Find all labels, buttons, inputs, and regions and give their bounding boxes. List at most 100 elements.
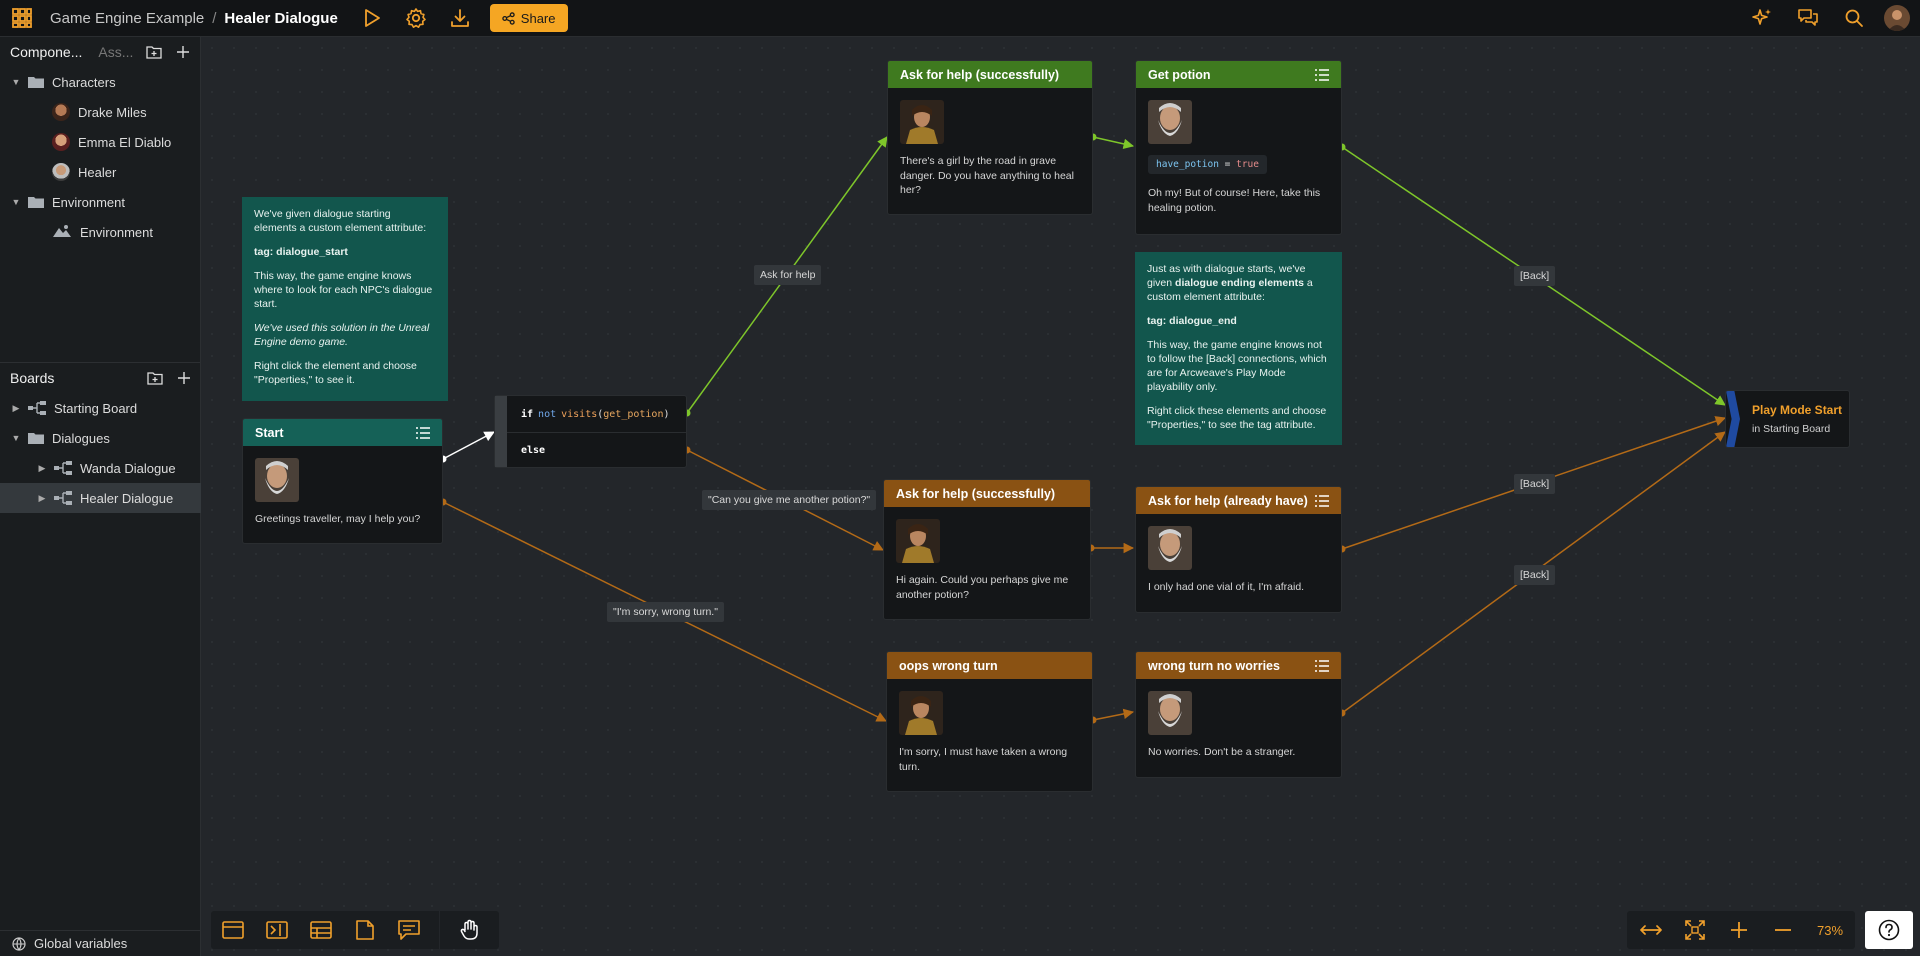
element-tools-bar xyxy=(211,911,499,949)
caret-down-icon[interactable]: ▼ xyxy=(10,432,22,444)
tree-item-environment[interactable]: Environment xyxy=(0,217,200,247)
connection-label-ask-for-help[interactable]: Ask for help xyxy=(754,265,822,285)
tab-assets[interactable]: Ass... xyxy=(98,44,133,60)
note-dialogue-end[interactable]: Just as with dialogue starts, we've give… xyxy=(1135,252,1342,445)
tree-label: Environment xyxy=(80,224,153,240)
element-title: Start xyxy=(255,425,284,440)
caret-right-icon[interactable]: ▶ xyxy=(36,492,48,504)
folder-icon xyxy=(28,432,44,444)
connection-label-back[interactable]: [Back] xyxy=(1514,266,1556,286)
search-icon[interactable] xyxy=(1840,4,1868,32)
healer-portrait xyxy=(1148,100,1192,144)
condition-branch[interactable]: if not visits(get_potion) else xyxy=(494,395,687,468)
caret-down-icon[interactable]: ▼ xyxy=(10,196,22,208)
pan-hand-icon[interactable] xyxy=(456,916,484,944)
note-text: We've given dialogue starting elements a… xyxy=(254,208,427,234)
list-menu-icon[interactable] xyxy=(416,426,430,439)
board-folder-dialogues[interactable]: ▼ Dialogues xyxy=(0,423,201,453)
zoom-bar: 73% xyxy=(1627,911,1855,949)
zoom-in-icon[interactable] xyxy=(1725,916,1753,944)
element-get-potion[interactable]: Get potion have_potion = true Oh my! But… xyxy=(1135,60,1342,235)
global-variables-button[interactable]: Global variables xyxy=(0,930,201,956)
board-name[interactable]: Healer Dialogue xyxy=(224,10,337,27)
folder-icon xyxy=(28,196,44,208)
apps-grid-icon[interactable] xyxy=(8,4,36,32)
add-board-icon[interactable] xyxy=(177,371,191,385)
variable-value: true xyxy=(1236,159,1259,170)
element-ask-for-help-successfully[interactable]: Ask for help (successfully) There's a gi… xyxy=(887,60,1093,215)
list-menu-icon[interactable] xyxy=(1315,494,1329,507)
element-oops-wrong-turn[interactable]: oops wrong turn I'm sorry, I must have t… xyxy=(886,651,1093,792)
tree-folder-environment[interactable]: ▼ Environment xyxy=(0,187,200,217)
share-icon xyxy=(502,11,515,25)
share-button[interactable]: Share xyxy=(489,4,568,32)
share-label: Share xyxy=(520,10,556,26)
element-header: Get potion xyxy=(1136,61,1341,88)
add-note-icon[interactable] xyxy=(351,916,379,944)
board-item-wanda-dialogue[interactable]: ▶ Wanda Dialogue xyxy=(0,453,201,483)
board-item-starting-board[interactable]: ▶ Starting Board xyxy=(0,393,201,423)
emma-avatar xyxy=(52,133,70,151)
list-menu-icon[interactable] xyxy=(1315,68,1329,81)
new-folder-icon[interactable] xyxy=(146,45,162,59)
tree-item-healer[interactable]: Healer xyxy=(0,157,200,187)
jumper-play-mode-start[interactable]: Play Mode Start in Starting Board xyxy=(1725,390,1850,448)
fit-screen-icon[interactable] xyxy=(1681,916,1709,944)
play-icon[interactable] xyxy=(358,4,386,32)
folder-icon xyxy=(28,76,44,88)
new-board-folder-icon[interactable] xyxy=(147,371,163,385)
caret-right-icon[interactable]: ▶ xyxy=(36,462,48,474)
tree-label: Drake Miles xyxy=(78,104,147,120)
connection-label-wrong-turn[interactable]: "I'm sorry, wrong turn." xyxy=(607,602,724,622)
project-name[interactable]: Game Engine Example xyxy=(50,10,204,27)
zoom-level[interactable]: 73% xyxy=(1817,923,1843,938)
condition-else-row[interactable]: else xyxy=(495,432,686,468)
sidebar: Compone... Ass... ▼ Characters Drake Mil… xyxy=(0,37,201,956)
list-menu-icon[interactable] xyxy=(1315,659,1329,672)
tab-components[interactable]: Compone... xyxy=(10,44,82,60)
breadcrumb: Game Engine Example / Healer Dialogue xyxy=(50,10,338,27)
toolbar-divider xyxy=(439,911,440,949)
assign-operator: = xyxy=(1218,159,1237,170)
caret-down-icon[interactable]: ▼ xyxy=(10,76,22,88)
download-icon[interactable] xyxy=(446,4,474,32)
add-component-icon[interactable] xyxy=(176,45,190,59)
element-ask-for-help-again[interactable]: Ask for help (successfully) Hi again. Co… xyxy=(883,479,1091,620)
element-header: Ask for help (already have) xyxy=(1136,487,1341,514)
connection-label-another-potion[interactable]: "Can you give me another potion?" xyxy=(702,490,877,510)
code-assignment[interactable]: have_potion = true xyxy=(1148,155,1267,174)
note-text: Just as with dialogue starts, we've give… xyxy=(1147,262,1330,304)
note-text: This way, the game engine knows not to f… xyxy=(1147,339,1327,393)
condition-if-row[interactable]: if not visits(get_potion) xyxy=(495,396,686,432)
note-dialogue-start[interactable]: We've given dialogue starting elements a… xyxy=(242,197,448,401)
element-wrong-turn-no-worries[interactable]: wrong turn no worries No worries. Don't … xyxy=(1135,651,1342,778)
element-content: I only had one vial of it, I'm afraid. xyxy=(1148,581,1305,593)
add-comment-icon[interactable] xyxy=(395,916,423,944)
connection-label-back[interactable]: [Back] xyxy=(1514,565,1556,585)
fit-width-icon[interactable] xyxy=(1637,916,1665,944)
add-branch-icon[interactable] xyxy=(307,916,335,944)
help-button[interactable] xyxy=(1865,911,1913,949)
condition-handle[interactable] xyxy=(495,396,507,467)
add-element-icon[interactable] xyxy=(219,916,247,944)
tree-folder-characters[interactable]: ▼ Characters xyxy=(0,67,200,97)
settings-gear-icon[interactable] xyxy=(402,4,430,32)
add-jumper-icon[interactable] xyxy=(263,916,291,944)
board-icon xyxy=(54,461,72,475)
tree-item-drake-miles[interactable]: Drake Miles xyxy=(0,97,200,127)
breadcrumb-separator: / xyxy=(212,9,217,27)
if-keyword: if xyxy=(521,408,534,420)
element-ask-for-help-already-have[interactable]: Ask for help (already have) I only had o… xyxy=(1135,486,1342,613)
tree-item-emma-el-diablo[interactable]: Emma El Diablo xyxy=(0,127,200,157)
connection-label-back[interactable]: [Back] xyxy=(1514,474,1556,494)
ai-sparkle-icon[interactable] xyxy=(1748,4,1776,32)
caret-right-icon[interactable]: ▶ xyxy=(10,402,22,414)
user-avatar[interactable] xyxy=(1884,5,1910,31)
element-content: I'm sorry, I must have taken a wrong tur… xyxy=(899,746,1068,773)
element-title: Get potion xyxy=(1148,67,1211,82)
tree-label: Emma El Diablo xyxy=(78,134,172,150)
board-item-healer-dialogue[interactable]: ▶ Healer Dialogue xyxy=(0,483,201,513)
zoom-out-icon[interactable] xyxy=(1769,916,1797,944)
element-start[interactable]: Start Greetings traveller, may I help yo… xyxy=(242,418,443,544)
comments-icon[interactable] xyxy=(1794,4,1822,32)
